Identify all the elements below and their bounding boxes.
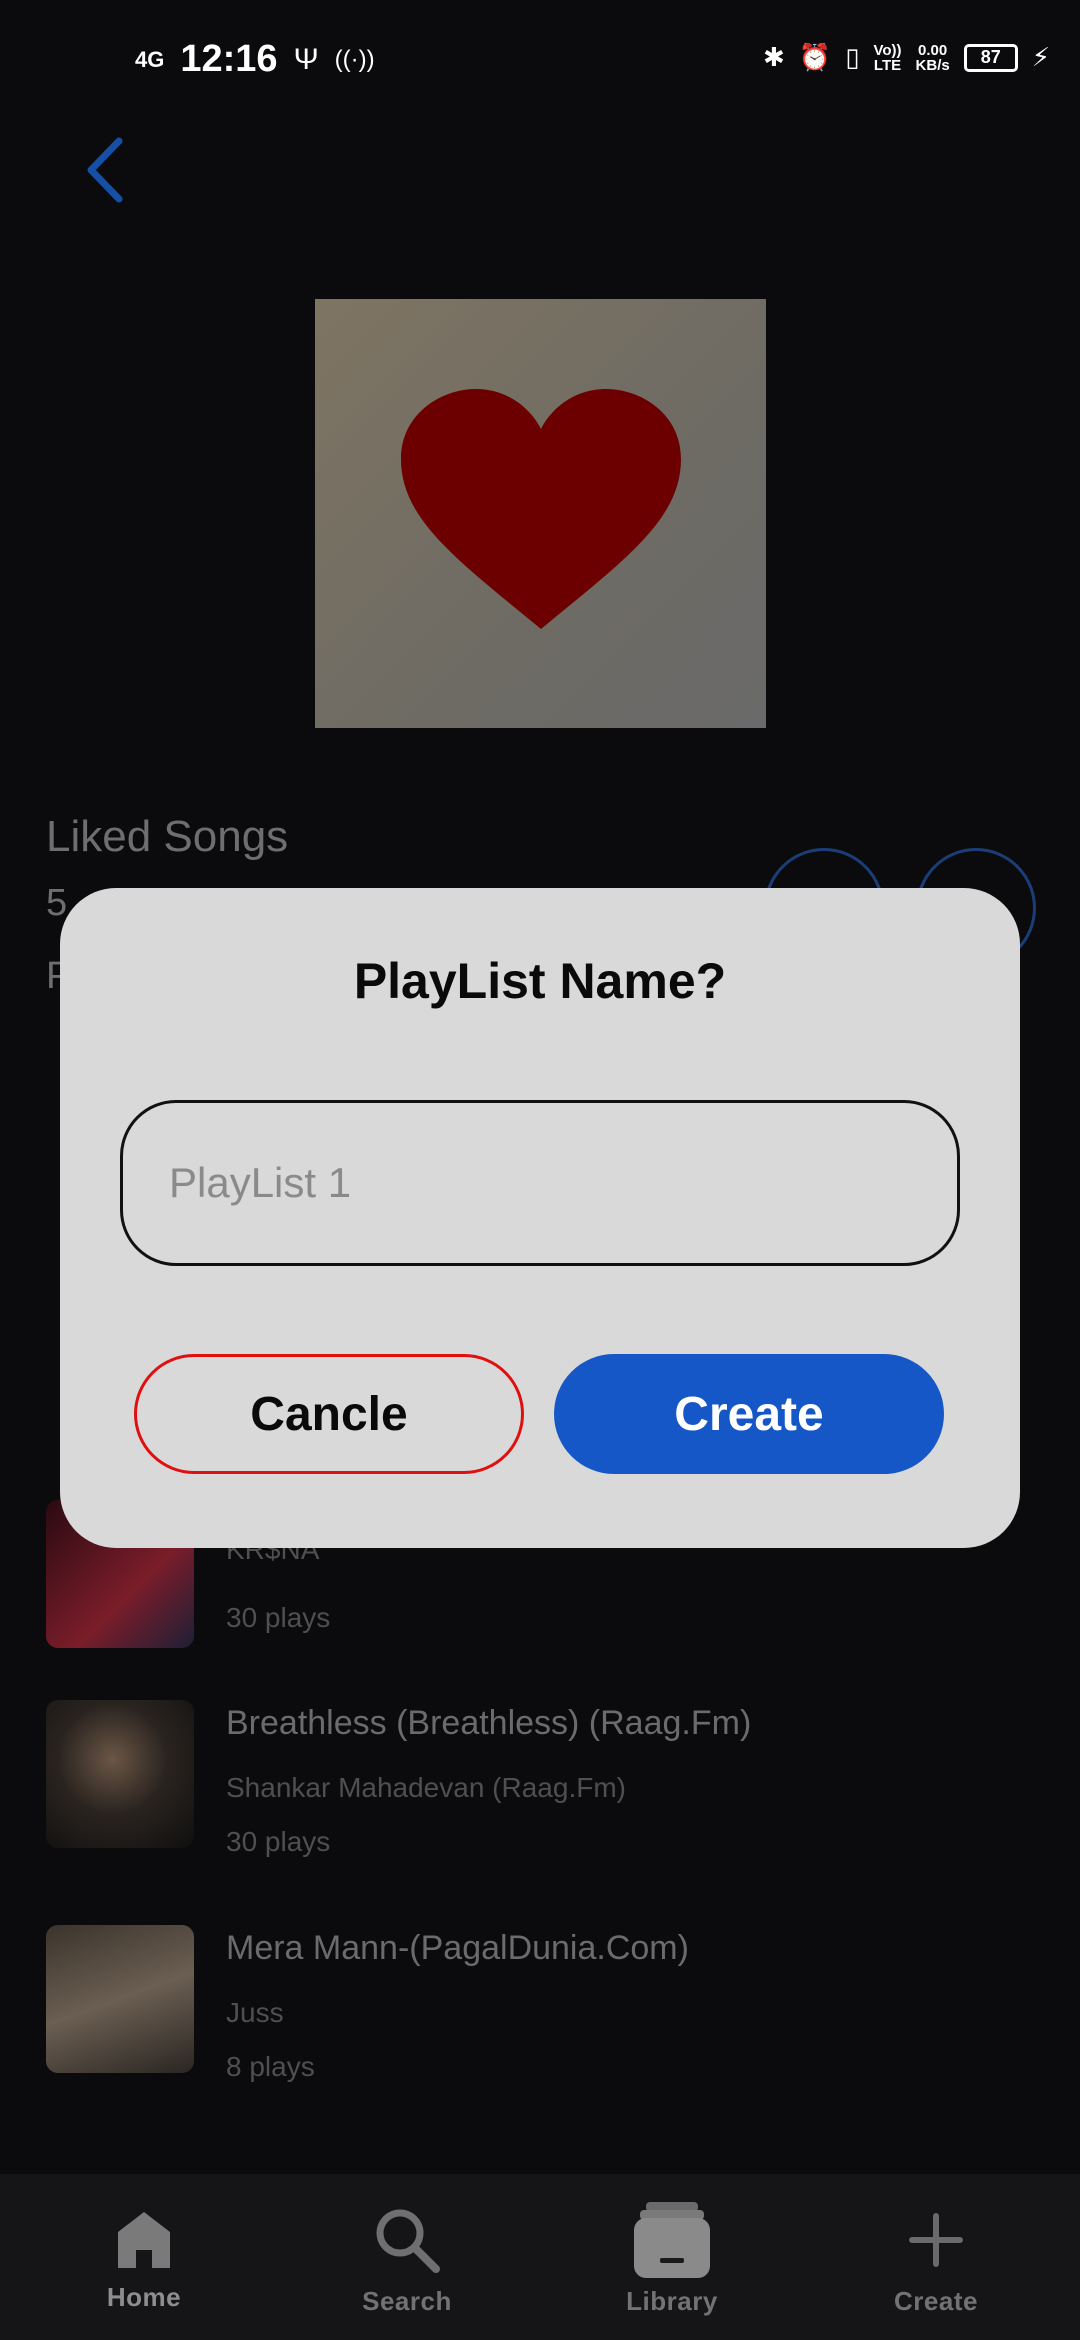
song-title: Breathless (Breathless) (Raag.Fm) <box>226 1704 752 1742</box>
playlist-song-count: 5 <box>46 882 68 924</box>
song-plays: 8 plays <box>226 2051 315 2082</box>
song-plays: 30 plays <box>226 1826 331 1857</box>
song-artist: Juss <box>226 1997 284 2028</box>
nav-search-label: Search <box>362 2286 452 2316</box>
nav-library[interactable]: Library <box>572 2174 772 2340</box>
dialog-title: PlayList Name? <box>353 953 727 1009</box>
home-icon <box>118 2212 170 2268</box>
search-icon <box>376 2209 440 2273</box>
playlist-cover <box>315 299 766 728</box>
song-thumbnail <box>46 1925 194 2073</box>
back-button[interactable] <box>70 130 140 210</box>
song-row[interactable]: Mera Mann-(PagalDunia.Com) Juss 8 plays <box>46 1925 1036 2082</box>
bottom-nav: Home Search Library Create <box>0 2174 1080 2340</box>
nav-home[interactable]: Home <box>44 2174 244 2340</box>
song-row[interactable]: Breathless (Breathless) (Raag.Fm) Shanka… <box>46 1700 1036 1857</box>
nav-search[interactable]: Search <box>307 2174 507 2340</box>
cancel-button[interactable]: Cancle <box>134 1354 524 1474</box>
create-button[interactable]: Create <box>554 1354 944 1474</box>
playlist-title: Liked Songs <box>46 812 289 861</box>
plus-icon <box>909 2213 963 2267</box>
song-artist: Shankar Mahadevan (Raag.Fm) <box>226 1772 626 1803</box>
playlist-name-input[interactable] <box>120 1100 960 1266</box>
nav-home-label: Home <box>106 2282 182 2312</box>
create-playlist-dialog: PlayList Name? Cancle Create <box>60 888 1020 1548</box>
nav-create[interactable]: Create <box>836 2174 1036 2340</box>
heart-icon <box>400 388 681 629</box>
back-icon <box>87 137 123 203</box>
library-icon <box>634 2202 710 2278</box>
song-thumbnail <box>46 1700 194 1848</box>
song-title: Mera Mann-(PagalDunia.Com) <box>226 1929 689 1967</box>
song-plays: 30 plays <box>226 1602 331 1633</box>
nav-create-label: Create <box>894 2286 978 2316</box>
nav-library-label: Library <box>626 2286 718 2316</box>
